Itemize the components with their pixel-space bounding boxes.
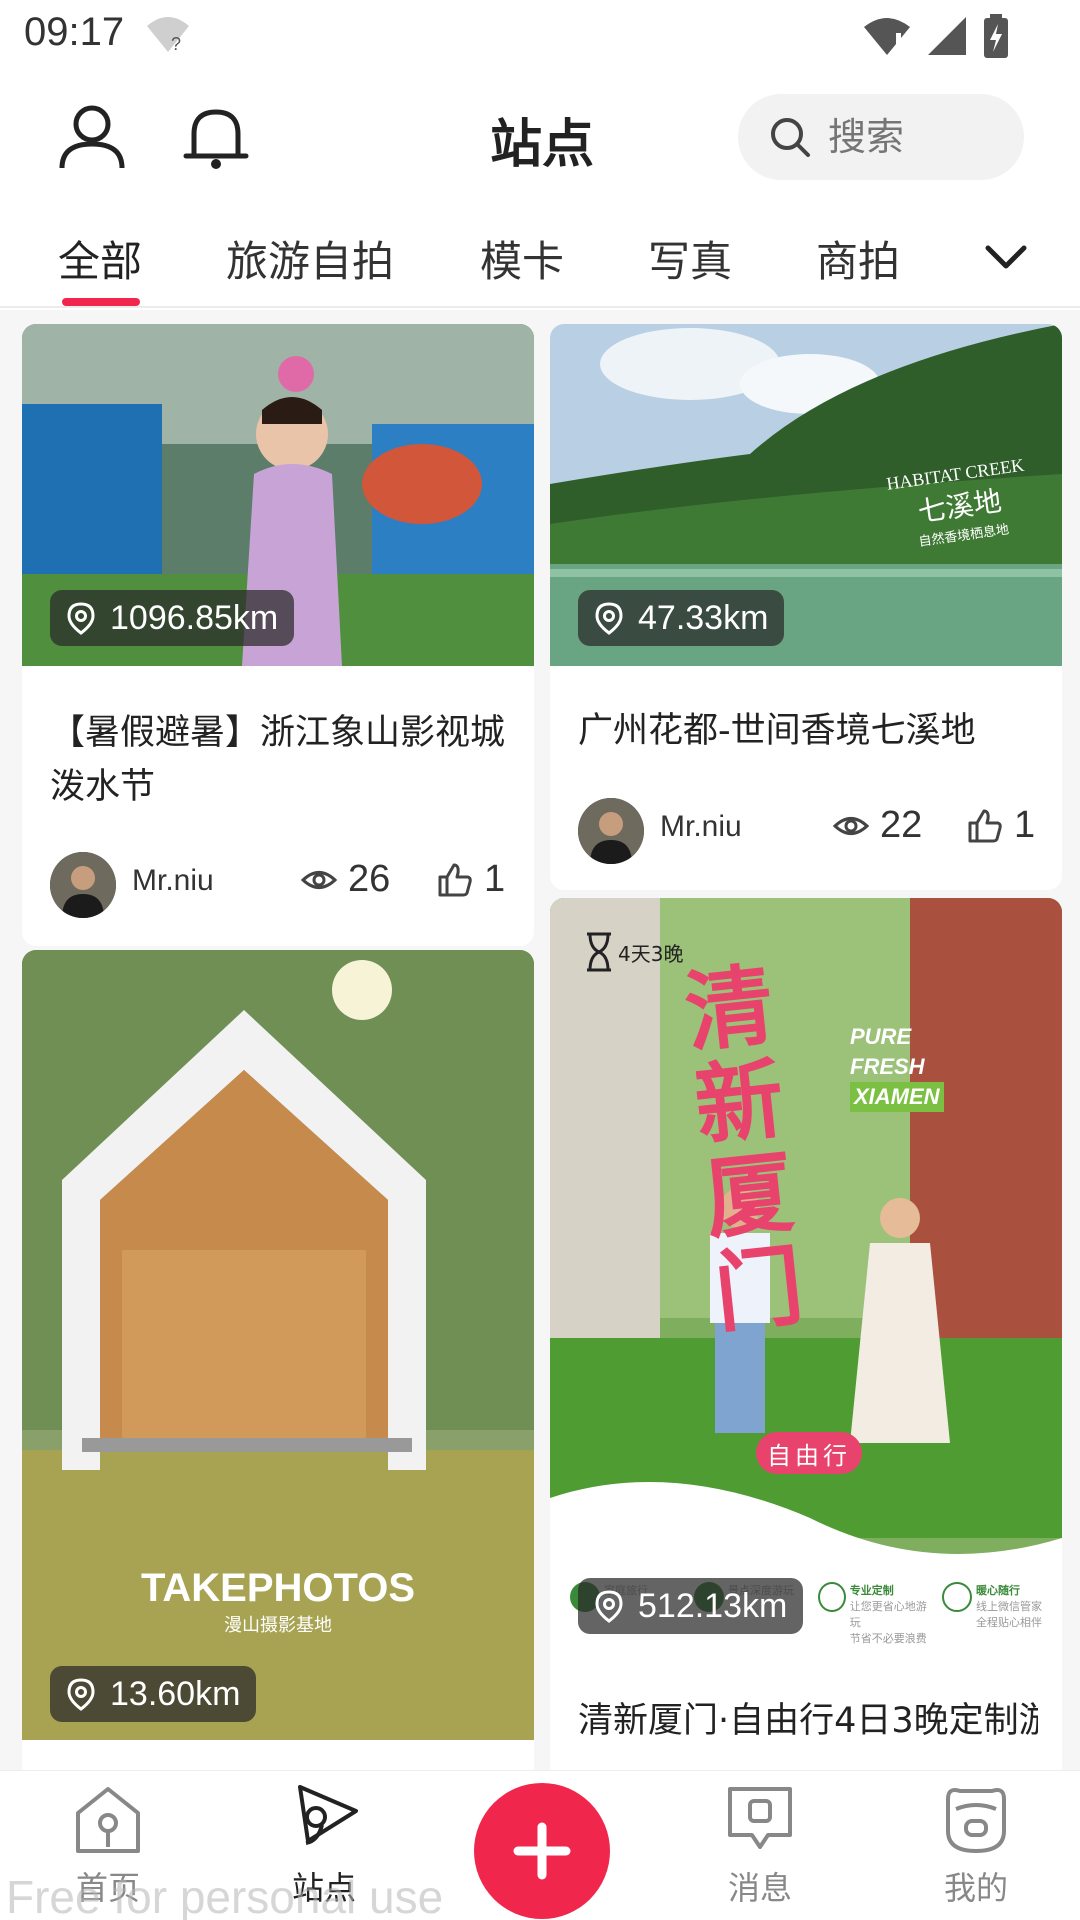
card-title: 清新厦门·自由行4日3晚定制游 bbox=[578, 1701, 1038, 1741]
distance-badge: 47.33km bbox=[578, 590, 785, 646]
takephotos-watermark: TAKEPHOTOS 漫山摄影基地 bbox=[140, 1566, 416, 1635]
distance-text: 47.33km bbox=[638, 598, 769, 637]
thumbs-up-icon bbox=[968, 809, 1002, 842]
wifi-question-icon: ? bbox=[147, 17, 189, 54]
eye-icon bbox=[300, 870, 338, 889]
hourglass-icon bbox=[587, 932, 611, 972]
chevron-down-icon[interactable] bbox=[980, 232, 1032, 284]
card-meta: Mr.niu 26 1 bbox=[50, 852, 510, 918]
nav-label: 首页 bbox=[75, 1869, 140, 1907]
station-card[interactable]: HABITAT CREEK 七溪地 自然香境栖息地 47.33km 广州花都-世… bbox=[550, 324, 1062, 890]
avatar[interactable] bbox=[578, 798, 644, 864]
author-name: Mr.niu bbox=[132, 864, 214, 897]
station-card[interactable]: TAKEPHOTOS 漫山摄影基地 13.60km bbox=[22, 950, 534, 1770]
nav-label: 我的 bbox=[943, 1869, 1008, 1907]
user-icon[interactable] bbox=[56, 100, 128, 172]
free-travel-tag: 自由行 bbox=[756, 1432, 862, 1474]
nav-label: 消息 bbox=[727, 1869, 792, 1907]
station-icon bbox=[298, 1785, 358, 1845]
tab-travel-selfie[interactable]: 旅游自拍 bbox=[226, 228, 394, 289]
card-title: 【暑假避暑】浙江象山影视城泼水节 bbox=[50, 713, 506, 807]
location-pin-icon bbox=[67, 602, 95, 635]
home-icon bbox=[76, 1787, 140, 1853]
station-feed: 1096.85km 【暑假避暑】浙江象山影视城泼水节 Mr.niu 26 1 H… bbox=[0, 310, 1080, 1770]
eye-icon bbox=[832, 816, 870, 835]
station-card[interactable]: 4天3晚 清新厦门 PURE FRESH XIAMEN 自由行 家庭旅行 景点深… bbox=[550, 898, 1062, 1770]
battery-charging-icon bbox=[984, 14, 1008, 58]
location-pin-icon bbox=[595, 602, 623, 635]
profile-face-icon bbox=[946, 1788, 1006, 1853]
svg-text:?: ? bbox=[171, 34, 181, 54]
view-count: 22 bbox=[832, 804, 922, 847]
author-name: Mr.niu bbox=[660, 810, 742, 843]
distance-text: 512.13km bbox=[638, 1586, 788, 1625]
tab-commercial[interactable]: 商拍 bbox=[816, 228, 900, 289]
tab-portrait[interactable]: 写真 bbox=[648, 228, 732, 289]
card-meta: Mr.niu 22 1 bbox=[578, 798, 1038, 864]
header: 站点 bbox=[0, 80, 1080, 190]
cell-signal-icon bbox=[928, 17, 966, 55]
nav-station[interactable]: 站点 bbox=[254, 1781, 394, 1909]
card-title: 广州花都-世间香境七溪地 bbox=[578, 711, 976, 751]
plus-icon bbox=[513, 1822, 571, 1880]
distance-text: 1096.85km bbox=[110, 598, 279, 637]
status-time: 09:17 bbox=[24, 10, 125, 54]
tab-model-card[interactable]: 模卡 bbox=[480, 228, 564, 289]
message-icon bbox=[728, 1787, 792, 1849]
location-pin-icon bbox=[67, 1678, 95, 1711]
thumbs-up-icon bbox=[438, 863, 472, 896]
bottom-nav: 首页 站点 消息 我的 bbox=[0, 1770, 1080, 1920]
nav-label: 站点 bbox=[291, 1869, 356, 1907]
nav-profile[interactable]: 我的 bbox=[906, 1781, 1046, 1909]
search-input[interactable] bbox=[828, 115, 998, 159]
search-box[interactable] bbox=[738, 94, 1024, 180]
like-count[interactable]: 1 bbox=[436, 858, 505, 901]
avatar[interactable] bbox=[50, 852, 116, 918]
distance-text: 13.60km bbox=[110, 1674, 241, 1713]
distance-badge: 1096.85km bbox=[50, 590, 295, 646]
like-count[interactable]: 1 bbox=[966, 804, 1035, 847]
location-pin-icon bbox=[595, 1590, 623, 1623]
search-icon bbox=[771, 118, 810, 157]
tab-all[interactable]: 全部 bbox=[58, 228, 142, 289]
category-tabs: 全部 旅游自拍 模卡 写真 商拍 bbox=[0, 218, 1080, 308]
station-card[interactable]: 1096.85km 【暑假避暑】浙江象山影视城泼水节 Mr.niu 26 1 bbox=[22, 324, 534, 946]
distance-badge: 13.60km bbox=[50, 1666, 257, 1722]
duration-label: 4天3晚 bbox=[584, 932, 683, 972]
distance-badge: 512.13km bbox=[578, 1578, 804, 1634]
active-tab-indicator bbox=[62, 298, 140, 306]
add-button[interactable] bbox=[474, 1783, 610, 1919]
status-bar: 09:17 ? bbox=[0, 0, 1080, 72]
view-count: 26 bbox=[300, 858, 390, 901]
bell-icon[interactable] bbox=[180, 100, 252, 172]
wifi-alert-icon bbox=[864, 18, 910, 55]
nav-home[interactable]: 首页 bbox=[38, 1781, 178, 1909]
nav-messages[interactable]: 消息 bbox=[690, 1781, 830, 1909]
pure-fresh-xiamen: PURE FRESH XIAMEN bbox=[850, 1022, 944, 1112]
